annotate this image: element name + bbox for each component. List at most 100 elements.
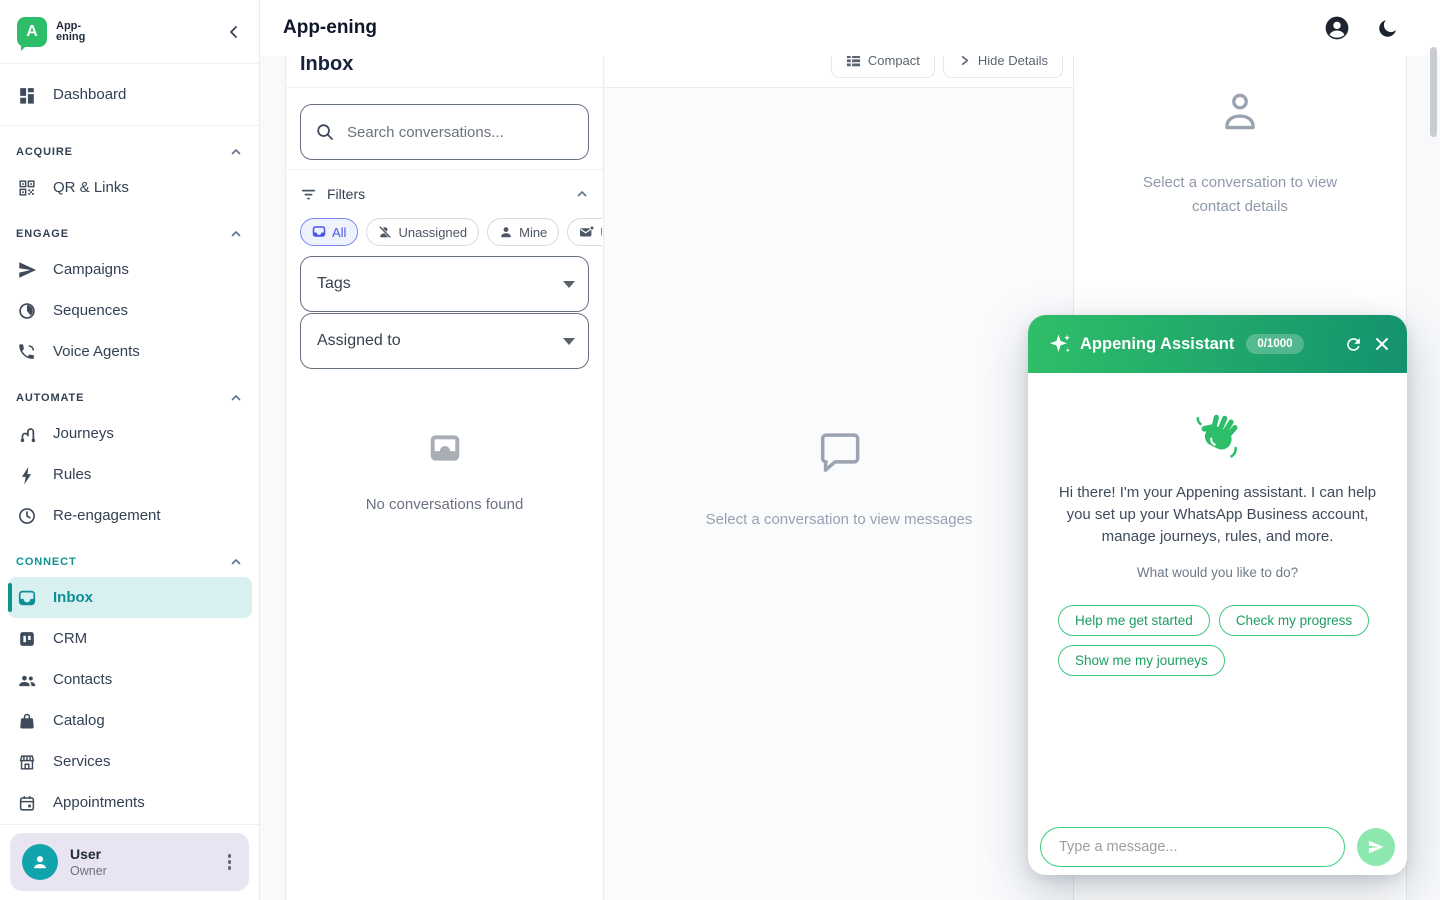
rules-icon bbox=[16, 464, 38, 486]
crm-icon bbox=[16, 628, 38, 650]
sidebar-item-inbox[interactable]: Inbox bbox=[8, 577, 252, 618]
filters-section: Filters All Unassigned bbox=[286, 170, 603, 381]
assistant-send-button[interactable] bbox=[1357, 828, 1395, 866]
brand-line2: ening bbox=[56, 32, 85, 43]
assistant-message-input[interactable] bbox=[1040, 827, 1345, 867]
page-title: App-ening bbox=[283, 17, 377, 39]
conversations-empty-text: No conversations found bbox=[286, 496, 603, 513]
section-acquire[interactable]: ACQUIRE bbox=[0, 136, 259, 167]
journeys-icon bbox=[16, 423, 38, 445]
user-name: User bbox=[70, 846, 107, 862]
user-role: Owner bbox=[70, 864, 107, 878]
logo-letter: A bbox=[26, 23, 38, 41]
campaigns-icon bbox=[16, 259, 38, 281]
appointments-icon bbox=[16, 792, 38, 814]
section-automate[interactable]: AUTOMATE bbox=[0, 382, 259, 413]
filter-chip-mine[interactable]: Mine bbox=[487, 218, 559, 246]
page-scrollbar[interactable] bbox=[1430, 47, 1437, 137]
dark-mode-toggle[interactable] bbox=[1376, 17, 1399, 40]
section-label: AUTOMATE bbox=[16, 392, 84, 404]
assistant-close-button[interactable] bbox=[1373, 335, 1391, 353]
inbox-icon bbox=[16, 587, 38, 609]
sidebar-item-label: CRM bbox=[53, 630, 87, 647]
app-root: A App- ening Dashboard ACQUIRE bbox=[0, 0, 1440, 900]
sidebar-item-label: Services bbox=[53, 753, 111, 770]
assistant-refresh-button[interactable] bbox=[1344, 335, 1363, 354]
messages-toolbar: Compact Hide Details bbox=[605, 56, 1073, 88]
caret-down-icon bbox=[563, 338, 575, 345]
user-meta: User Owner bbox=[70, 846, 107, 878]
sidebar-item-re-engagement[interactable]: Re-engagement bbox=[0, 495, 259, 536]
conversations-panel: Inbox Filters bbox=[285, 56, 604, 900]
filter-chip-unread[interactable]: Unread bbox=[567, 218, 602, 246]
chat-chip-icon bbox=[312, 225, 326, 239]
unread-mail-icon bbox=[579, 225, 594, 239]
collapse-sidebar-icon bbox=[225, 23, 243, 41]
messages-empty-state: Select a conversation to view messages bbox=[605, 424, 1073, 528]
sidebar-item-campaigns[interactable]: Campaigns bbox=[0, 249, 259, 290]
assistant-prompt: What would you like to do? bbox=[1028, 565, 1407, 580]
section-label: ENGAGE bbox=[16, 228, 69, 240]
sidebar-item-qr-links[interactable]: QR & Links bbox=[0, 167, 259, 208]
contacts-icon bbox=[16, 669, 38, 691]
filter-chips-row: All Unassigned Mine Unread bbox=[300, 218, 602, 246]
assistant-suggestions: Help me get started Check my progress Sh… bbox=[1058, 605, 1379, 676]
catalog-icon bbox=[16, 710, 38, 732]
filters-header[interactable]: Filters bbox=[300, 182, 589, 206]
sidebar-item-crm[interactable]: CRM bbox=[0, 618, 259, 659]
tags-select-label: Tags bbox=[317, 275, 351, 293]
sparkles-icon bbox=[1048, 332, 1072, 356]
sidebar-item-label: QR & Links bbox=[53, 179, 129, 196]
user-card[interactable]: User Owner bbox=[10, 833, 249, 891]
account-button[interactable] bbox=[1324, 15, 1350, 41]
sidebar-item-label: Inbox bbox=[53, 589, 93, 606]
topbar: App-ening bbox=[260, 0, 1440, 56]
sequences-icon bbox=[16, 300, 38, 322]
assistant-footer bbox=[1028, 819, 1407, 875]
suggestion-check-progress[interactable]: Check my progress bbox=[1219, 605, 1369, 636]
sidebar-item-contacts[interactable]: Contacts bbox=[0, 659, 259, 700]
sidebar-item-voice-agents[interactable]: Voice Agents bbox=[0, 331, 259, 372]
logo-icon: A bbox=[17, 17, 47, 47]
sidebar-item-rules[interactable]: Rules bbox=[0, 454, 259, 495]
account-icon bbox=[1324, 15, 1350, 41]
char-counter-badge: 0/1000 bbox=[1246, 334, 1303, 354]
sidebar-item-sequences[interactable]: Sequences bbox=[0, 290, 259, 331]
wave-hand-icon bbox=[1193, 411, 1243, 461]
sidebar-item-dashboard[interactable]: Dashboard bbox=[0, 74, 259, 115]
voice-agents-icon bbox=[16, 341, 38, 363]
filter-chip-all[interactable]: All bbox=[300, 218, 358, 246]
search-input[interactable] bbox=[347, 124, 574, 141]
tags-select[interactable]: Tags bbox=[300, 256, 589, 312]
sidebar-item-label: Catalog bbox=[53, 712, 105, 729]
messages-panel: Compact Hide Details Select a conversati… bbox=[605, 56, 1073, 900]
assistant-popup: Appening Assistant 0/1000 bbox=[1028, 315, 1407, 875]
section-engage[interactable]: ENGAGE bbox=[0, 218, 259, 249]
chevron-up-icon bbox=[229, 391, 243, 405]
assigned-to-select[interactable]: Assigned to bbox=[300, 313, 589, 369]
search-section bbox=[286, 88, 603, 170]
collapse-sidebar-button[interactable] bbox=[225, 23, 243, 41]
conversations-panel-header: Inbox bbox=[286, 56, 603, 88]
sidebar-item-label: Contacts bbox=[53, 671, 112, 688]
person-icon bbox=[499, 225, 513, 239]
conversations-empty-state: No conversations found bbox=[286, 429, 603, 513]
search-icon bbox=[315, 122, 335, 142]
assistant-header: Appening Assistant 0/1000 bbox=[1028, 315, 1407, 373]
chevron-up-icon bbox=[229, 227, 243, 241]
brand-name: App- ening bbox=[56, 21, 85, 43]
sidebar-item-services[interactable]: Services bbox=[0, 741, 259, 782]
assistant-greeting: Hi there! I'm your Appening assistant. I… bbox=[1053, 482, 1383, 548]
sidebar-item-appointments[interactable]: Appointments bbox=[0, 782, 259, 823]
dark-mode-icon bbox=[1376, 17, 1399, 40]
filter-chip-unassigned[interactable]: Unassigned bbox=[366, 218, 479, 246]
chevron-up-icon bbox=[229, 145, 243, 159]
suggestion-show-journeys[interactable]: Show me my journeys bbox=[1058, 645, 1225, 676]
section-connect[interactable]: CONNECT bbox=[0, 546, 259, 577]
user-menu-button[interactable] bbox=[222, 848, 238, 876]
suggestion-get-started[interactable]: Help me get started bbox=[1058, 605, 1210, 636]
filters-label: Filters bbox=[327, 186, 365, 202]
sidebar-item-catalog[interactable]: Catalog bbox=[0, 700, 259, 741]
sidebar-item-label: Sequences bbox=[53, 302, 128, 319]
sidebar-item-journeys[interactable]: Journeys bbox=[0, 413, 259, 454]
